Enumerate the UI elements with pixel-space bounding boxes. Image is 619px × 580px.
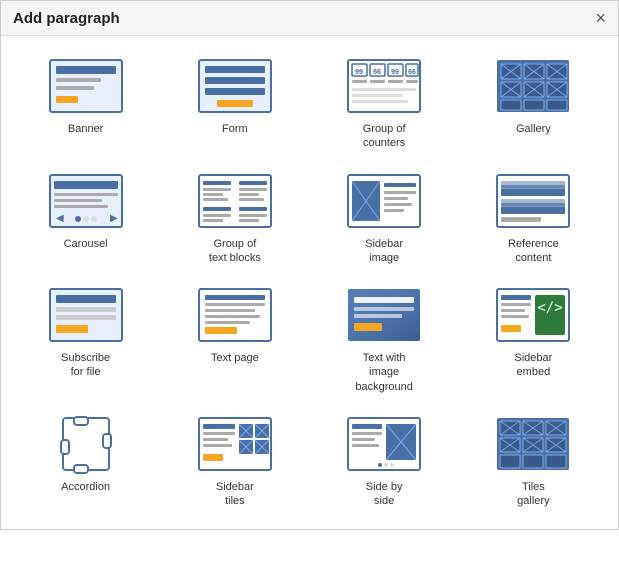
- reference-content-label: Referencecontent: [508, 237, 559, 266]
- item-banner[interactable]: Banner: [13, 48, 158, 159]
- item-sidebar-tiles[interactable]: Sidebartiles: [162, 406, 307, 517]
- svg-text:◀: ◀: [56, 213, 64, 224]
- svg-text:▶: ▶: [110, 213, 118, 224]
- side-by-side-label: Side byside: [366, 480, 403, 509]
- group-of-counters-label: Group ofcounters: [363, 122, 406, 151]
- svg-text:66: 66: [408, 69, 416, 76]
- side-by-side-icon: [344, 414, 424, 474]
- subscribe-for-file-icon: [46, 285, 126, 345]
- sidebar-embed-icon: </>: [493, 285, 573, 345]
- dialog-header: Add paragraph ×: [1, 1, 618, 36]
- item-carousel[interactable]: ◀ ▶ Carousel: [13, 163, 158, 274]
- svg-text:</>: </>: [538, 300, 563, 316]
- add-paragraph-dialog: Add paragraph × Banner: [0, 0, 619, 530]
- carousel-label: Carousel: [64, 237, 108, 251]
- svg-text:99: 99: [355, 69, 363, 76]
- group-text-blocks-icon: [195, 171, 275, 231]
- tiles-gallery-icon: [493, 414, 573, 474]
- banner-icon: [46, 56, 126, 116]
- text-page-label: Text page: [211, 351, 259, 365]
- sidebar-tiles-icon: [195, 414, 275, 474]
- subscribe-for-file-label: Subscribefor file: [61, 351, 110, 380]
- svg-text:99: 99: [391, 69, 399, 76]
- form-icon: [195, 56, 275, 116]
- reference-content-icon: [493, 171, 573, 231]
- sidebar-image-label: Sidebarimage: [365, 237, 403, 266]
- group-text-blocks-label: Group oftext blocks: [209, 237, 261, 266]
- close-button[interactable]: ×: [595, 9, 606, 27]
- group-of-counters-icon: 99 66 99 66: [344, 56, 424, 116]
- sidebar-tiles-label: Sidebartiles: [216, 480, 254, 509]
- item-sidebar-image[interactable]: Sidebarimage: [312, 163, 457, 274]
- item-group-text-blocks[interactable]: Group oftext blocks: [162, 163, 307, 274]
- item-group-of-counters[interactable]: 99 66 99 66 Grou: [312, 48, 457, 159]
- item-tiles-gallery[interactable]: Tilesgallery: [461, 406, 606, 517]
- item-form[interactable]: Form: [162, 48, 307, 159]
- item-subscribe-for-file[interactable]: Subscribefor file: [13, 277, 158, 402]
- item-text-page[interactable]: Text page: [162, 277, 307, 402]
- item-gallery[interactable]: Gallery: [461, 48, 606, 159]
- text-with-image-background-icon: [344, 285, 424, 345]
- text-with-image-background-label: Text withimagebackground: [355, 351, 413, 394]
- text-page-icon: [195, 285, 275, 345]
- dialog-title: Add paragraph: [13, 10, 120, 27]
- banner-label: Banner: [68, 122, 103, 136]
- paragraph-grid: Banner Form 99: [1, 36, 618, 529]
- item-sidebar-embed[interactable]: </> Sidebarembed: [461, 277, 606, 402]
- gallery-icon: [493, 56, 573, 116]
- item-text-with-image-background[interactable]: Text withimagebackground: [312, 277, 457, 402]
- sidebar-image-icon: [344, 171, 424, 231]
- svg-text:66: 66: [373, 69, 381, 76]
- gallery-label: Gallery: [516, 122, 551, 136]
- tiles-gallery-label: Tilesgallery: [517, 480, 549, 509]
- accordion-icon: [46, 414, 126, 474]
- sidebar-embed-label: Sidebarembed: [514, 351, 552, 380]
- item-side-by-side[interactable]: Side byside: [312, 406, 457, 517]
- item-reference-content[interactable]: Referencecontent: [461, 163, 606, 274]
- accordion-label: Accordion: [61, 480, 110, 494]
- form-label: Form: [222, 122, 248, 136]
- item-accordion[interactable]: Accordion: [13, 406, 158, 517]
- carousel-icon: ◀ ▶: [46, 171, 126, 231]
